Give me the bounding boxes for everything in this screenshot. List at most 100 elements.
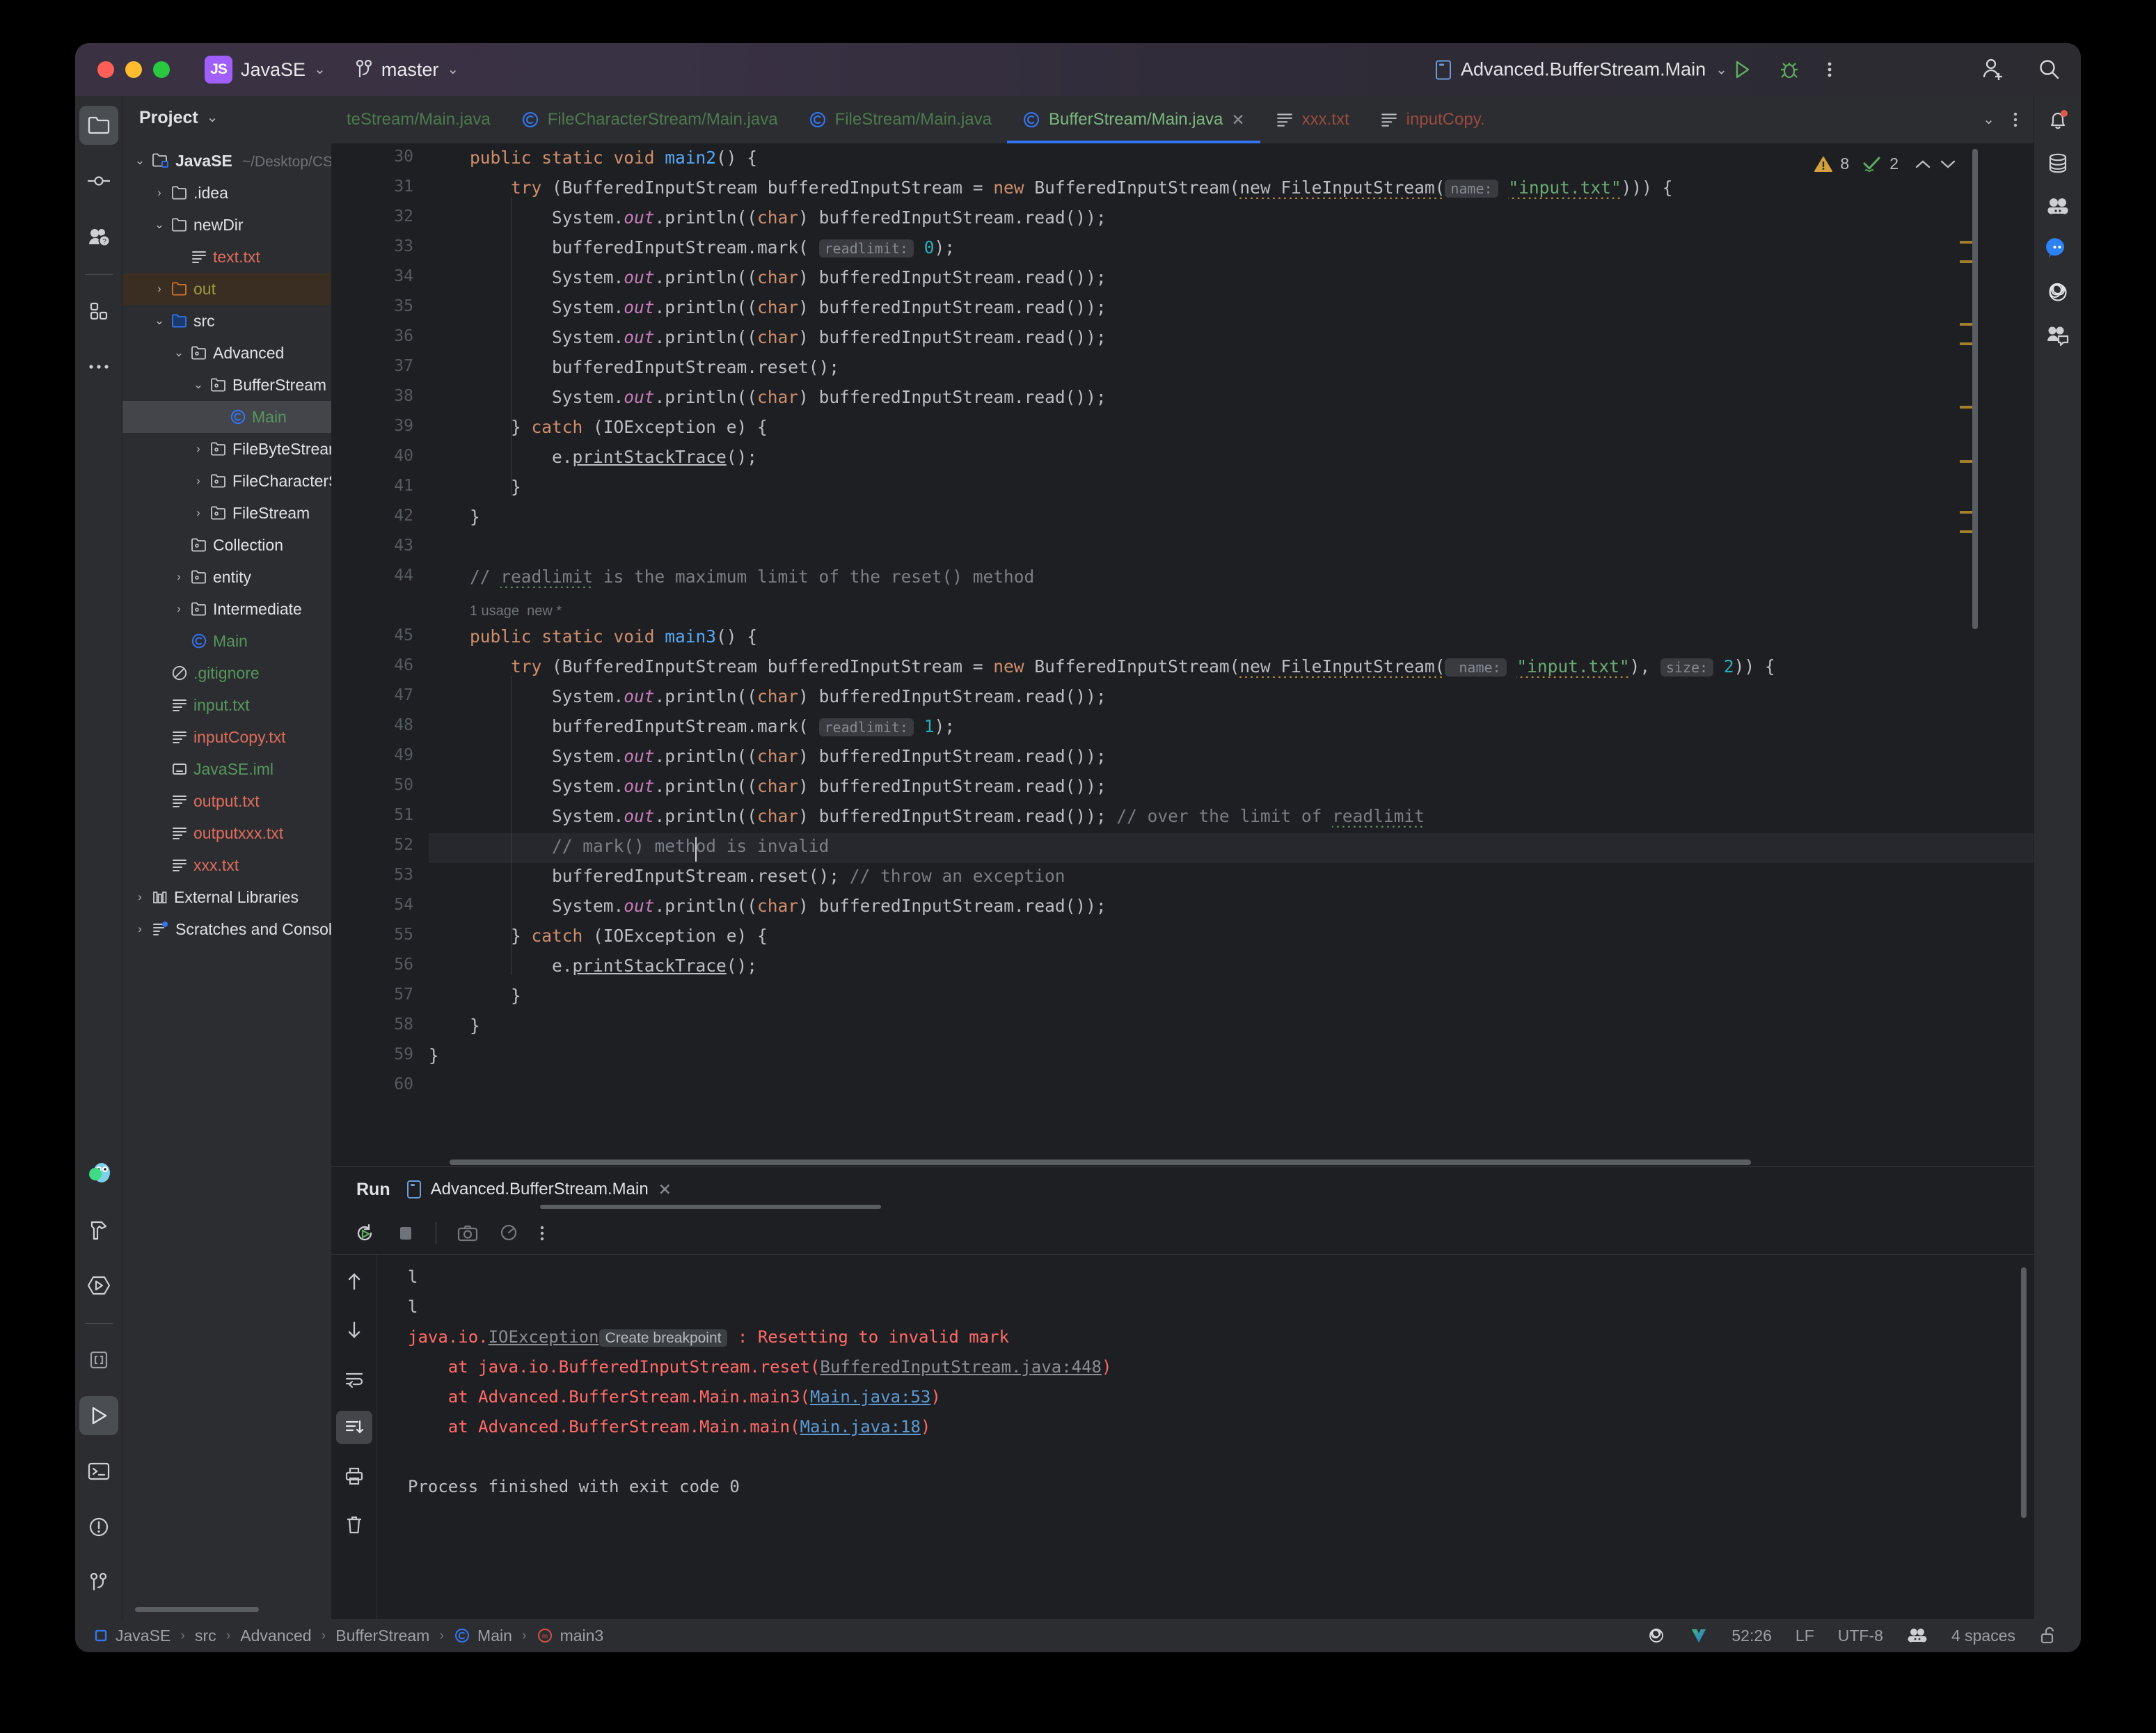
close-icon[interactable]: ✕ [658, 1180, 672, 1199]
caret-position-label[interactable]: 52:26 [1731, 1627, 1772, 1645]
structure-tool-button[interactable] [79, 292, 118, 331]
code-editor[interactable]: 30 31 32 33 34 35 36 37 38 39 40 41 42 43 44 45 46 47 48 49… [331, 143, 2034, 1166]
project-pane-header[interactable]: Project ⌄ [122, 96, 331, 139]
tree-item-xxx-txt[interactable]: xxx.txt [122, 849, 331, 881]
chevron-right-icon[interactable]: › [171, 602, 187, 616]
tree-item-main[interactable]: Main [122, 401, 331, 433]
tree-item-javase[interactable]: ⌄ JavaSE ~/Desktop/CS/JavaSE基础/ [122, 145, 331, 177]
chevron-right-icon[interactable]: › [191, 506, 206, 520]
editor-tab-bar[interactable]: teStream/Main.java FileCharacterStream/Ma… [331, 96, 2034, 143]
code-with-me-icon[interactable] [2046, 324, 2070, 347]
tree-item-external-libraries[interactable]: › External Libraries [122, 881, 331, 913]
more-actions-button[interactable] [1826, 58, 1833, 81]
breadcrumb-item-javase[interactable]: JavaSE [93, 1627, 171, 1645]
console-output[interactable]: l l java.io.IOException Create breakpoint :… [377, 1255, 2034, 1619]
tree-item-filebytestream[interactable]: › FileByteStream [122, 433, 331, 465]
tree-item--gitignore[interactable]: .gitignore [122, 657, 331, 689]
unlock-icon[interactable] [2039, 1626, 2057, 1645]
chevron-down-icon[interactable]: ⌄ [152, 314, 167, 328]
goland-plugin-icon[interactable] [79, 1155, 118, 1194]
debug-console-button[interactable] [79, 1340, 118, 1379]
tree-item-outputxxx-txt[interactable]: outputxxx.txt [122, 817, 331, 849]
breadcrumb-item-bufferstream[interactable]: BufferStream [335, 1627, 429, 1645]
openai-icon[interactable] [2045, 280, 2070, 305]
chevron-down-icon[interactable]: ⌄ [1983, 113, 1995, 127]
previous-problem-icon[interactable] [1914, 158, 1932, 171]
tree-item-inputcopy-txt[interactable]: inputCopy.txt [122, 721, 331, 753]
window-controls[interactable] [97, 61, 170, 78]
commit-tool-button[interactable] [79, 161, 118, 200]
run-session-tab[interactable]: Advanced.BufferStream.Main ✕ [406, 1180, 672, 1199]
error-stripe-marks[interactable] [1956, 143, 1974, 1166]
tree-item--idea[interactable]: › .idea [122, 177, 331, 209]
more-tool-windows-button[interactable] [79, 347, 118, 386]
chevron-down-icon[interactable]: ⌄ [171, 346, 187, 360]
chevron-right-icon[interactable]: › [152, 186, 167, 200]
breadcrumb-item-src[interactable]: src [195, 1627, 216, 1645]
breadcrumb-item-main[interactable]: Main [454, 1627, 512, 1645]
stacktrace-ref[interactable]: BufferedInputStream.java:448 [820, 1357, 1102, 1377]
tree-item-entity[interactable]: › entity [122, 561, 331, 593]
tree-item-advanced[interactable]: ⌄ Advanced [122, 337, 331, 369]
tree-item-out[interactable]: › out [122, 273, 331, 305]
editor-tab-3[interactable]: BufferStream/Main.java ✕ [1006, 96, 1260, 143]
tree-item-main[interactable]: Main [122, 625, 331, 657]
create-breakpoint-badge[interactable]: Create breakpoint [599, 1329, 728, 1347]
ai-chat-icon[interactable] [2045, 237, 2070, 260]
project-tool-button[interactable] [79, 106, 118, 145]
tree-item-javase-iml[interactable]: JavaSE.iml [122, 753, 331, 785]
code-content[interactable]: public static void main2() { try (Buffer… [429, 143, 1967, 1166]
run-anything-button[interactable] [79, 1266, 118, 1305]
screenshot-icon[interactable] [457, 1224, 478, 1242]
terminal-tool-button[interactable] [79, 1452, 118, 1491]
add-user-icon[interactable] [1982, 58, 2004, 81]
build-tool-button[interactable] [79, 1210, 118, 1249]
editor-tab-1[interactable]: FileCharacterStream/Main.java [506, 96, 793, 143]
tree-item-collection[interactable]: Collection [122, 529, 331, 561]
editor-tab-0[interactable]: teStream/Main.java [331, 96, 506, 143]
tab-more-actions-icon[interactable] [2013, 110, 2018, 129]
inspection-widget[interactable]: 8 2 [1814, 155, 1957, 173]
editor-tab-4[interactable]: xxx.txt [1260, 96, 1365, 143]
ai-assistant-tool-button[interactable]: ? [79, 217, 118, 256]
line-separator-label[interactable]: LF [1796, 1627, 1814, 1645]
chevron-right-icon[interactable]: › [132, 890, 148, 904]
tree-item-filecharacterstream[interactable]: › FileCharacterStream [122, 465, 331, 497]
tree-item-intermediate[interactable]: › Intermediate [122, 593, 331, 625]
run-panel-resize-handle[interactable] [540, 1205, 881, 1209]
database-icon[interactable] [2046, 152, 2070, 175]
tree-item-src[interactable]: ⌄ src [122, 305, 331, 337]
chevron-down-icon[interactable]: ⌄ [132, 154, 148, 168]
version-control-tool-button[interactable] [79, 1563, 118, 1602]
down-arrow-icon[interactable] [336, 1313, 372, 1347]
editor-gutter[interactable]: 30 31 32 33 34 35 36 37 38 39 40 41 42 43 44 45 46 47 48 49… [331, 143, 429, 1166]
profiler-icon[interactable] [499, 1224, 518, 1243]
run-button[interactable] [1731, 58, 1752, 81]
editor-tab-2[interactable]: FileStream/Main.java [793, 96, 1007, 143]
search-icon[interactable] [2038, 58, 2060, 81]
scroll-to-end-icon[interactable] [335, 1411, 372, 1444]
tree-item-output-txt[interactable]: output.txt [122, 785, 331, 817]
tree-item-scratches-and-consoles[interactable]: › Scratches and Consoles [122, 913, 331, 945]
stacktrace-link[interactable]: Main.java:18 [800, 1417, 921, 1437]
maximize-window-button[interactable] [153, 61, 170, 78]
breadcrumb-item-advanced[interactable]: Advanced [240, 1627, 311, 1645]
stacktrace-ref[interactable]: IOException [489, 1327, 599, 1347]
soft-wrap-icon[interactable] [336, 1362, 372, 1395]
editor-vertical-scrollbar[interactable] [1972, 149, 1978, 629]
chevron-right-icon[interactable]: › [191, 474, 206, 488]
close-window-button[interactable] [97, 61, 114, 78]
problems-tool-button[interactable] [79, 1508, 118, 1546]
print-icon[interactable] [336, 1459, 372, 1493]
project-tree[interactable]: ⌄ JavaSE ~/Desktop/CS/JavaSE基础/ › .idea ⌄ newD… [122, 139, 331, 1619]
tree-item-text-txt[interactable]: text.txt [122, 241, 331, 273]
editor-tab-5[interactable]: inputCopy. [1365, 96, 1500, 143]
minimize-window-button[interactable] [125, 61, 142, 78]
branch-selector[interactable]: master ⌄ [355, 59, 459, 81]
breadcrumb[interactable]: JavaSE › src › Advanced › BufferStream › Main › m m… [93, 1627, 603, 1645]
usage-inlay-hint[interactable]: 1 usage new * [470, 603, 562, 619]
encoding-label[interactable]: UTF-8 [1838, 1627, 1883, 1645]
chevron-right-icon[interactable]: › [132, 922, 148, 936]
stacktrace-link[interactable]: Main.java:53 [810, 1387, 930, 1407]
up-arrow-icon[interactable] [336, 1265, 372, 1298]
